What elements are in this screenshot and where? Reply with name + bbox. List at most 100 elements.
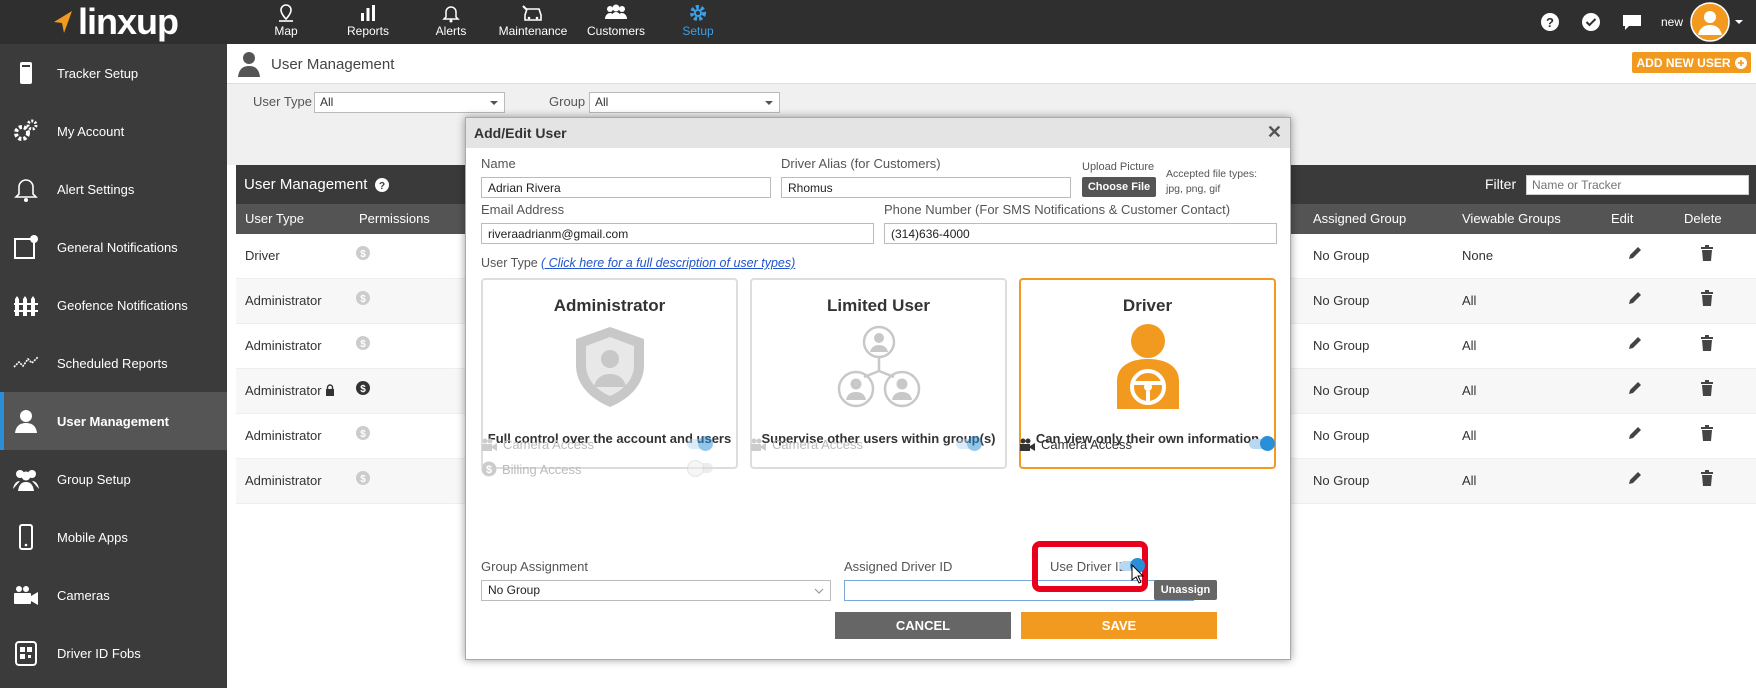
sidebar-item-group-setup[interactable]: Group Setup (0, 450, 227, 508)
user-avatar-menu[interactable] (1690, 0, 1744, 44)
cell-user-type: Administrator (245, 428, 322, 443)
nav-map[interactable]: Map (262, 0, 310, 44)
edit-pencil-icon[interactable] (1627, 290, 1643, 309)
bell-icon (425, 0, 477, 24)
billing-access-toggle[interactable] (687, 460, 713, 477)
delete-trash-icon[interactable] (1700, 380, 1714, 399)
chat-icon (1623, 15, 1641, 30)
name-field[interactable] (481, 177, 771, 198)
sidebar-item-label: Scheduled Reports (57, 355, 168, 371)
plus-circle-icon (1734, 56, 1747, 69)
camera-access-admin-toggle[interactable] (687, 436, 713, 451)
nav-maintenance[interactable]: Maintenance (497, 0, 569, 44)
alias-label: Driver Alias (for Customers) (781, 156, 941, 171)
cell-user-type: Driver (245, 248, 280, 263)
email-field[interactable] (481, 223, 874, 244)
sidebar-item-alert-settings[interactable]: Alert Settings (0, 160, 227, 218)
nav-customers[interactable]: Customers (582, 0, 650, 44)
bell-icon (14, 179, 38, 202)
edit-pencil-icon[interactable] (1627, 470, 1643, 489)
avatar (1690, 2, 1730, 42)
sidebar-item-cameras[interactable]: Cameras (0, 566, 227, 624)
edit-pencil-icon[interactable] (1627, 380, 1643, 399)
page-header: User Management ADD NEW USER (227, 44, 1756, 84)
group-filter-select[interactable]: All (589, 92, 780, 113)
notification-icon (14, 235, 38, 259)
phone-field[interactable] (884, 223, 1277, 244)
group-assignment-select[interactable]: No Group (481, 580, 831, 601)
camera-icon (14, 586, 38, 605)
delete-trash-icon[interactable] (1700, 470, 1714, 489)
cell-viewable-groups: All (1462, 428, 1477, 443)
nav-alerts-label: Alerts (435, 24, 467, 38)
trend-icon (13, 356, 39, 368)
add-new-user-label: ADD NEW USER (1636, 55, 1731, 70)
column-viewable-groups[interactable]: Viewable Groups (1462, 211, 1561, 226)
bar-chart-icon (340, 0, 396, 24)
delete-trash-icon[interactable] (1700, 245, 1714, 264)
alias-field[interactable] (781, 177, 1071, 198)
sidebar-item-user-management[interactable]: User Management (0, 392, 227, 450)
close-icon[interactable]: ✕ (1267, 122, 1282, 143)
sidebar-item-tracker-setup[interactable]: Tracker Setup (0, 44, 227, 102)
help-icon: ? (1541, 13, 1559, 31)
sidebar-item-label: Driver ID Fobs (57, 645, 141, 661)
edit-pencil-icon[interactable] (1627, 335, 1643, 354)
column-user-type[interactable]: User Type (245, 211, 304, 226)
svg-text:$: $ (360, 294, 366, 305)
help-button[interactable]: ? (1540, 0, 1560, 44)
cell-viewable-groups: None (1462, 248, 1494, 263)
save-button[interactable]: SAVE (1021, 612, 1217, 639)
cell-assigned-group: No Group (1313, 383, 1370, 398)
card-title: Limited User (827, 296, 930, 315)
column-permissions[interactable]: Permissions (359, 211, 430, 226)
sidebar-item-label: Tracker Setup (57, 65, 139, 81)
column-delete: Delete (1684, 211, 1722, 226)
nav-reports[interactable]: Reports (340, 0, 396, 44)
sidebar-item-my-account[interactable]: My Account (0, 102, 227, 160)
delete-trash-icon[interactable] (1700, 425, 1714, 444)
camera-access-limited-toggle[interactable] (956, 436, 982, 451)
user-type-value: Administrator (245, 338, 322, 353)
filter-input[interactable] (1526, 175, 1749, 195)
sidebar-item-driver-id-fobs[interactable]: Driver ID Fobs (0, 624, 227, 682)
user-type-filter-select[interactable]: All (314, 92, 505, 113)
messages-button[interactable] (1621, 0, 1643, 44)
edit-pencil-icon[interactable] (1627, 425, 1643, 444)
unassign-button[interactable]: Unassign (1154, 580, 1217, 600)
app-logo[interactable]: linxup (52, 1, 179, 42)
billing-access-label: Billing Access (502, 461, 582, 477)
page-title: User Management (271, 56, 395, 73)
camera-icon (482, 438, 497, 451)
user-type-value: Administrator (245, 383, 322, 398)
sidebar-item-label: User Management (57, 413, 169, 429)
delete-trash-icon[interactable] (1700, 335, 1714, 354)
sidebar-item-mobile-apps[interactable]: Mobile Apps (0, 508, 227, 566)
logo-text: linxup (78, 1, 179, 42)
nav-setup[interactable]: Setup (675, 0, 721, 44)
nav-alerts[interactable]: Alerts (425, 0, 477, 44)
choose-file-button[interactable]: Choose File (1082, 177, 1156, 197)
nav-reports-label: Reports (346, 24, 390, 38)
sidebar-item-general-notifications[interactable]: General Notifications (0, 218, 227, 276)
group-assignment-value: No Group (488, 583, 541, 597)
cancel-button[interactable]: CANCEL (835, 612, 1011, 639)
user-type-filter-label: User Type (253, 94, 313, 109)
delete-trash-icon[interactable] (1700, 290, 1714, 309)
add-new-user-button[interactable]: ADD NEW USER (1632, 52, 1751, 73)
tasks-button[interactable] (1581, 0, 1601, 44)
user-type-value: Administrator (245, 293, 322, 308)
permissions-billing-icon: $ (356, 291, 370, 308)
sidebar-item-scheduled-reports[interactable]: Scheduled Reports (0, 334, 227, 392)
sidebar-item-geofence-notifications[interactable]: Geofence Notifications (0, 276, 227, 334)
svg-text:?: ? (1546, 15, 1554, 30)
svg-text:$: $ (360, 429, 366, 440)
help-icon[interactable]: ? (375, 178, 389, 192)
user-types-description-link[interactable]: ( Click here for a full description of u… (541, 256, 795, 270)
column-assigned-group[interactable]: Assigned Group (1313, 211, 1406, 226)
cell-viewable-groups: All (1462, 338, 1477, 353)
camera-access-driver-toggle[interactable] (1249, 436, 1275, 451)
user-icon (238, 52, 260, 77)
user-type-label: User Type (481, 256, 538, 270)
edit-pencil-icon[interactable] (1627, 245, 1643, 264)
